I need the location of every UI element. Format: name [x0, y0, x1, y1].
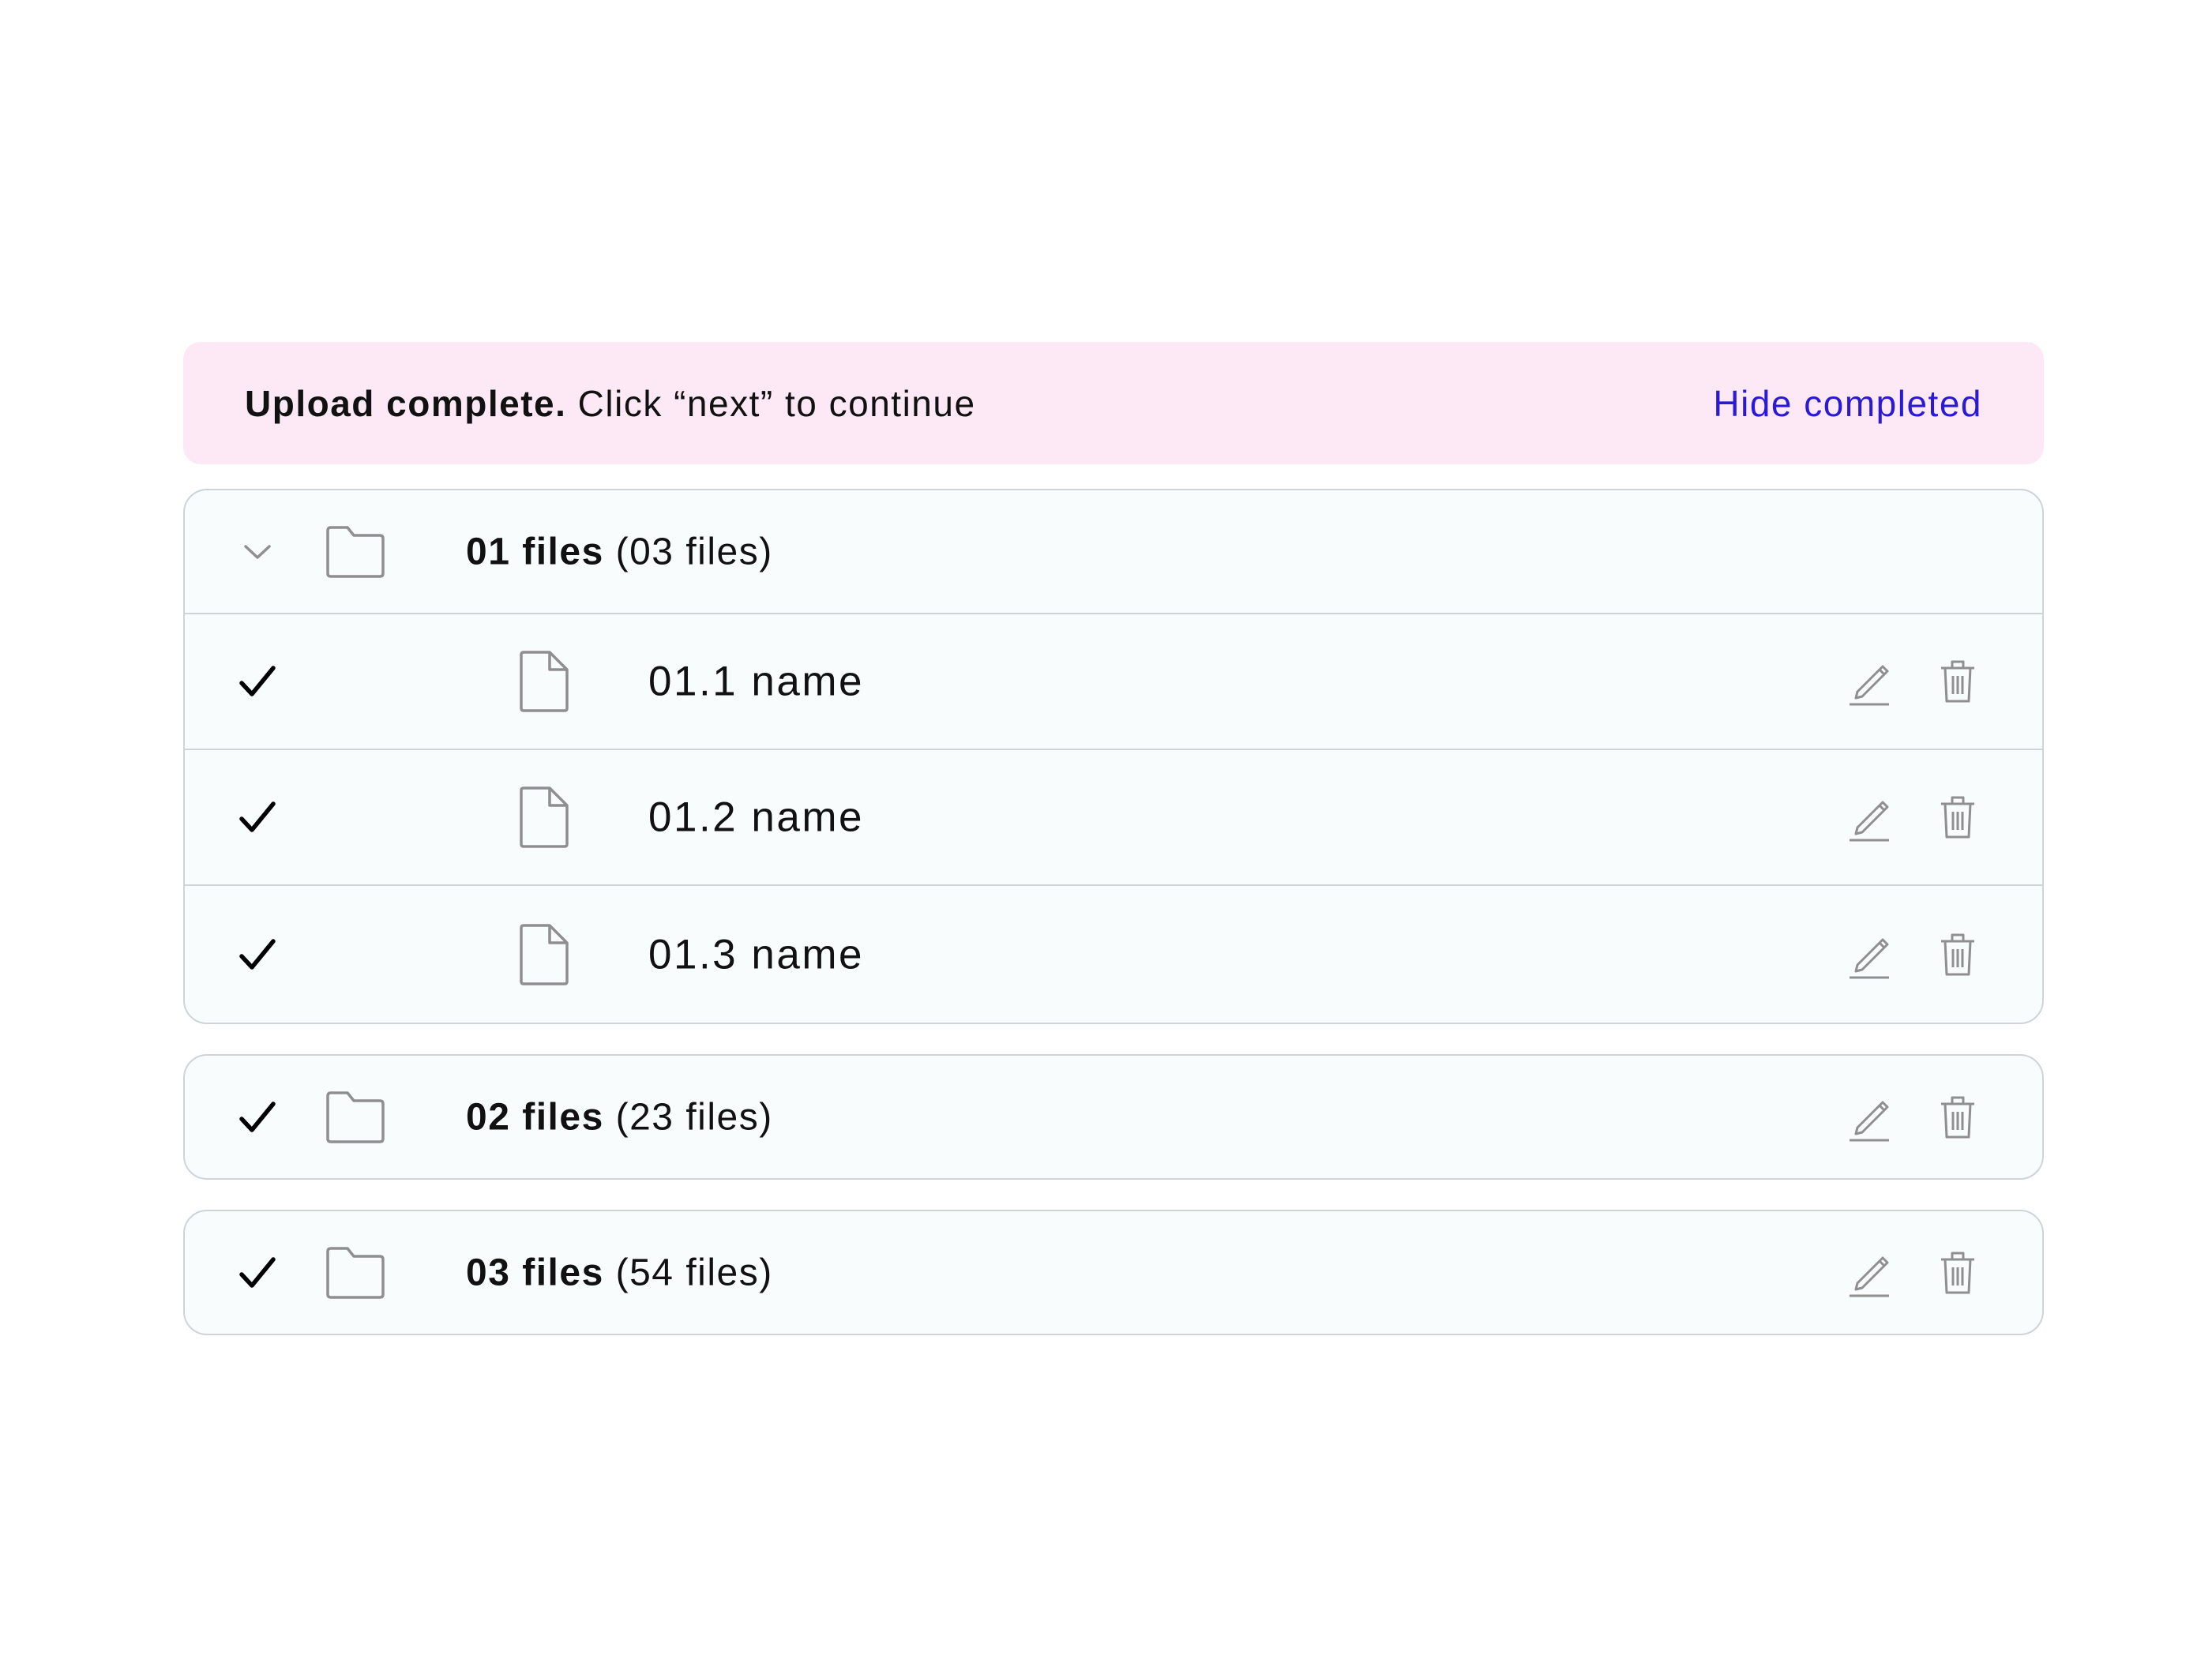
- row-actions: [1845, 657, 1982, 706]
- folder-group-02: 02 files (23 files): [183, 1054, 2044, 1180]
- folder-icon: [324, 1245, 387, 1301]
- folder-count: (03 files): [615, 531, 773, 572]
- folder-count: (54 files): [615, 1252, 773, 1293]
- folder-icon: [324, 1090, 387, 1145]
- checkmark-icon: [234, 1094, 281, 1141]
- pencil-icon[interactable]: [1845, 1248, 1894, 1297]
- checkmark-icon: [234, 658, 281, 705]
- row-actions: [1845, 1248, 1982, 1297]
- folder-name: 01 files: [466, 531, 604, 572]
- trash-icon[interactable]: [1933, 793, 1982, 842]
- folder-title: 01 files (03 files): [466, 530, 773, 573]
- folder-name: 02 files: [466, 1096, 604, 1138]
- folder-group-03: 03 files (54 files): [183, 1210, 2044, 1335]
- folder-row-03[interactable]: 03 files (54 files): [185, 1211, 2042, 1334]
- file-row: 01.1 name: [185, 613, 2042, 749]
- checkmark-icon: [234, 1249, 281, 1297]
- checkmark-icon: [234, 794, 281, 841]
- pencil-icon[interactable]: [1845, 657, 1894, 706]
- row-actions: [1845, 1093, 1982, 1142]
- folder-count: (23 files): [615, 1096, 773, 1138]
- trash-icon[interactable]: [1933, 1248, 1982, 1297]
- checkmark-icon: [234, 931, 281, 978]
- banner-message: Upload complete. Click “next” to continu…: [245, 382, 976, 425]
- file-name: 01.3 name: [648, 931, 864, 978]
- folder-title: 02 files (23 files): [466, 1095, 773, 1139]
- folder-title: 03 files (54 files): [466, 1251, 773, 1294]
- chevron-down-icon[interactable]: [234, 528, 281, 576]
- file-icon: [516, 650, 572, 713]
- file-row: 01.2 name: [185, 749, 2042, 884]
- file-name: 01.2 name: [648, 794, 864, 841]
- hide-completed-link[interactable]: Hide completed: [1713, 382, 1982, 425]
- pencil-icon[interactable]: [1845, 793, 1894, 842]
- folder-group-01: 01 files (03 files) 01.1 name 01.2 name …: [183, 489, 2044, 1024]
- pencil-icon[interactable]: [1845, 1093, 1894, 1142]
- upload-panel: Upload complete. Click “next” to continu…: [183, 342, 2044, 1335]
- upload-status-banner: Upload complete. Click “next” to continu…: [183, 342, 2044, 464]
- banner-title: Upload complete.: [245, 382, 567, 424]
- trash-icon[interactable]: [1933, 930, 1982, 979]
- trash-icon[interactable]: [1933, 657, 1982, 706]
- pencil-icon[interactable]: [1845, 930, 1894, 979]
- folder-icon: [324, 524, 387, 580]
- row-actions: [1845, 930, 1982, 979]
- row-actions: [1845, 793, 1982, 842]
- file-name: 01.1 name: [648, 658, 864, 705]
- file-icon: [516, 786, 572, 849]
- file-icon: [516, 923, 572, 986]
- folder-row-02[interactable]: 02 files (23 files): [185, 1056, 2042, 1178]
- trash-icon[interactable]: [1933, 1093, 1982, 1142]
- banner-text: Click “next” to continue: [577, 382, 976, 424]
- file-row: 01.3 name: [185, 884, 2042, 1023]
- folder-name: 03 files: [466, 1252, 604, 1293]
- folder-row-01[interactable]: 01 files (03 files): [185, 490, 2042, 613]
